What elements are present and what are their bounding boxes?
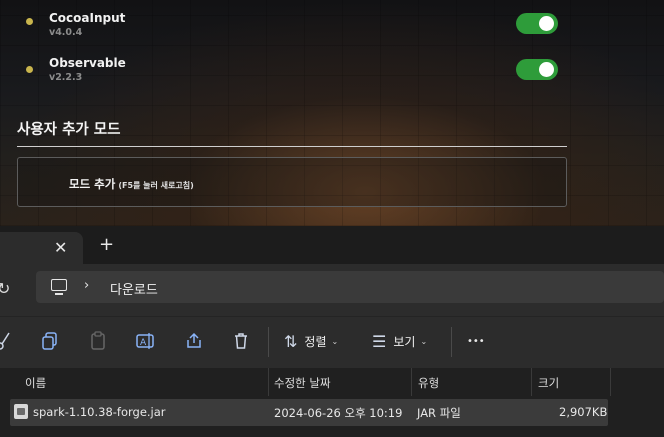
chevron-down-icon: ⌄ bbox=[331, 337, 339, 346]
svg-text:A: A bbox=[140, 338, 147, 348]
file-explorer-window: ✕ + ↻ › 다운로드 A ⇅ 정렬 ⌄ ☰ 보기 ⌄ ••• 이름 수정한 … bbox=[0, 226, 664, 437]
paste-icon[interactable] bbox=[89, 331, 107, 353]
add-mod-button[interactable]: 모드 추가 (F5를 눌러 새로고침) bbox=[17, 157, 567, 207]
cut-icon[interactable] bbox=[0, 331, 10, 353]
refresh-icon[interactable]: ↻ bbox=[0, 279, 10, 298]
mod-version: v2.2.3 bbox=[49, 72, 83, 83]
add-mod-hint: (F5를 눌러 새로고침) bbox=[118, 181, 194, 190]
sort-button[interactable]: ⇅ 정렬 ⌄ bbox=[284, 331, 338, 353]
command-bar: A ⇅ 정렬 ⌄ ☰ 보기 ⌄ ••• bbox=[0, 316, 664, 367]
close-icon[interactable]: ✕ bbox=[54, 238, 67, 257]
column-divider[interactable] bbox=[268, 368, 269, 396]
column-header-type[interactable]: 유형 bbox=[418, 375, 439, 391]
add-mod-label: 모드 추가 (F5를 눌러 새로고침) bbox=[69, 176, 194, 192]
more-options-icon[interactable]: ••• bbox=[467, 331, 485, 353]
mod-toggle[interactable] bbox=[516, 59, 558, 80]
launcher-panel: CocoaInput v4.0.4 Observable v2.2.3 사용자 … bbox=[0, 0, 664, 226]
column-divider[interactable] bbox=[411, 368, 412, 396]
tab-bar: ✕ + bbox=[0, 226, 664, 264]
sort-icon: ⇅ bbox=[284, 332, 298, 351]
this-pc-icon[interactable] bbox=[51, 279, 67, 295]
sort-label: 정렬 bbox=[304, 335, 327, 349]
view-label: 보기 bbox=[393, 335, 416, 349]
file-type: JAR 파일 bbox=[417, 406, 461, 420]
mod-name: CocoaInput bbox=[49, 11, 126, 25]
mod-row: Observable v2.2.3 bbox=[0, 54, 664, 94]
copy-icon[interactable] bbox=[41, 331, 59, 353]
jar-file-icon bbox=[14, 404, 28, 419]
toolbar-separator bbox=[451, 327, 452, 357]
tab-downloads[interactable]: ✕ bbox=[0, 232, 83, 264]
mod-name: Observable bbox=[49, 56, 126, 70]
status-dot-icon bbox=[26, 66, 33, 73]
section-title: 사용자 추가 모드 bbox=[17, 122, 121, 138]
column-divider[interactable] bbox=[610, 368, 611, 396]
file-modified: 2024-06-26 오후 10:19 bbox=[274, 406, 403, 420]
share-icon[interactable] bbox=[185, 331, 203, 353]
toggle-knob bbox=[539, 16, 554, 31]
column-header-size[interactable]: 크기 bbox=[538, 375, 559, 391]
toolbar-separator bbox=[268, 327, 269, 357]
add-mod-text: 모드 추가 bbox=[69, 177, 116, 191]
toggle-knob bbox=[539, 62, 554, 77]
rename-icon[interactable]: A bbox=[136, 331, 156, 353]
column-divider[interactable] bbox=[531, 368, 532, 396]
mod-version: v4.0.4 bbox=[49, 27, 83, 38]
column-header-row: 이름 수정한 날짜 유형 크기 bbox=[0, 367, 664, 396]
column-header-name[interactable]: 이름 bbox=[25, 375, 46, 391]
view-button[interactable]: ☰ 보기 ⌄ bbox=[372, 331, 427, 353]
file-row[interactable]: spark-1.10.38-forge.jar 2024-06-26 오후 10… bbox=[10, 399, 608, 426]
mod-row: CocoaInput v4.0.4 bbox=[0, 6, 664, 46]
new-tab-button[interactable]: + bbox=[99, 236, 114, 254]
address-bar[interactable]: › 다운로드 bbox=[36, 271, 664, 303]
view-list-icon: ☰ bbox=[372, 332, 387, 351]
navigation-bar: ↻ › 다운로드 bbox=[0, 264, 664, 316]
section-divider bbox=[17, 146, 567, 147]
file-name: spark-1.10.38-forge.jar bbox=[33, 405, 166, 419]
mod-toggle[interactable] bbox=[516, 13, 558, 34]
chevron-right-icon[interactable]: › bbox=[84, 278, 89, 293]
breadcrumb-downloads[interactable]: 다운로드 bbox=[110, 279, 158, 298]
status-dot-icon bbox=[26, 18, 33, 25]
chevron-down-icon: ⌄ bbox=[420, 337, 428, 346]
delete-icon[interactable] bbox=[233, 331, 249, 353]
column-header-modified[interactable]: 수정한 날짜 bbox=[274, 375, 331, 391]
file-size: 2,907KB bbox=[559, 405, 608, 419]
